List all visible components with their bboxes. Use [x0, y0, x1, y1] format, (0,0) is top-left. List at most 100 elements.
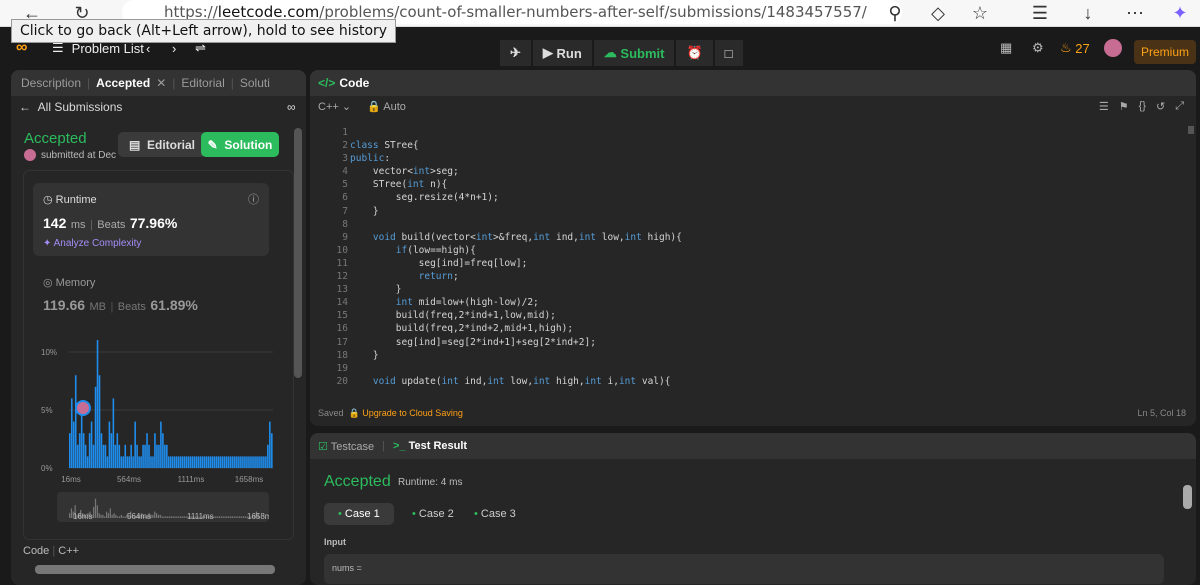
- chart-bar[interactable]: [195, 456, 198, 468]
- chart-bar[interactable]: [181, 456, 184, 468]
- chart-bar[interactable]: [193, 456, 196, 468]
- close-tab-icon[interactable]: ✕: [156, 76, 166, 90]
- chart-bar[interactable]: [86, 456, 89, 468]
- chart-bar[interactable]: [269, 421, 271, 468]
- left-scrollbar[interactable]: [294, 128, 302, 378]
- chart-bar[interactable]: [82, 433, 85, 468]
- tab-testcase[interactable]: ☑ Testcase: [318, 440, 374, 453]
- chart-bar[interactable]: [124, 444, 127, 468]
- chart-bar[interactable]: [80, 410, 83, 468]
- braces-icon[interactable]: {}: [1139, 100, 1146, 113]
- chart-bar[interactable]: [263, 456, 265, 468]
- chart-bar[interactable]: [160, 421, 162, 468]
- chart-bar[interactable]: [69, 433, 71, 468]
- chart-bar[interactable]: [120, 456, 123, 468]
- chart-bar[interactable]: [164, 444, 166, 468]
- avatar[interactable]: [1104, 28, 1122, 68]
- solution-button[interactable]: ✎ Solution: [201, 132, 279, 157]
- code-scrollbar[interactable]: [1188, 126, 1194, 134]
- chart-bar[interactable]: [175, 456, 178, 468]
- chart-bar[interactable]: [138, 456, 140, 468]
- chart-bar[interactable]: [241, 456, 243, 468]
- tag-icon[interactable]: ◇: [918, 0, 958, 27]
- chart-bar[interactable]: [78, 433, 81, 468]
- chart-bar[interactable]: [112, 398, 115, 468]
- chart-bar[interactable]: [106, 456, 109, 468]
- debug-button[interactable]: ✈: [500, 40, 531, 66]
- tab-accepted[interactable]: Accepted: [96, 76, 150, 90]
- zoom-icon[interactable]: ⚲: [875, 0, 915, 27]
- chart-bar[interactable]: [205, 456, 208, 468]
- chart-bar[interactable]: [128, 456, 130, 468]
- chart-bar[interactable]: [253, 456, 255, 468]
- chart-bar[interactable]: [136, 444, 138, 468]
- reset-icon[interactable]: ↺: [1156, 100, 1165, 113]
- chart-bar[interactable]: [231, 456, 233, 468]
- chart-bar[interactable]: [177, 456, 180, 468]
- chart-bar[interactable]: [247, 456, 249, 468]
- chart-bar[interactable]: [249, 456, 251, 468]
- share-link-icon[interactable]: ∞: [287, 100, 296, 114]
- chart-bar[interactable]: [199, 456, 202, 468]
- auto-mode[interactable]: 🔒 Auto: [367, 100, 406, 113]
- chart-bar[interactable]: [104, 444, 107, 468]
- case-1-tab[interactable]: • Case 1: [324, 503, 394, 525]
- tab-test-result[interactable]: >_ Test Result: [393, 440, 467, 452]
- memory-card[interactable]: ◎ Memory 119.66 MB | Beats 61.89%: [43, 276, 198, 315]
- settings-gear-icon[interactable]: ⚙: [1032, 28, 1044, 68]
- chart-bar[interactable]: [235, 456, 237, 468]
- chart-bar[interactable]: [144, 444, 146, 468]
- tab-description[interactable]: Description: [21, 76, 81, 90]
- chart-bar[interactable]: [74, 375, 77, 468]
- chart-bar[interactable]: [221, 456, 224, 468]
- run-button[interactable]: ▶ Run: [532, 40, 592, 66]
- chart-bar[interactable]: [223, 456, 226, 468]
- chart-bar[interactable]: [219, 456, 222, 468]
- tab-editorial[interactable]: Editorial: [181, 76, 224, 90]
- chart-bar[interactable]: [179, 456, 182, 468]
- chart-bar[interactable]: [156, 444, 158, 468]
- runtime-card[interactable]: ◷ Runtime ⓘ 142 ms | Beats 77.96% ✦ Anal…: [33, 183, 269, 256]
- case-3-tab[interactable]: • Case 3: [460, 503, 530, 525]
- chart-bar[interactable]: [183, 456, 186, 468]
- chart-minimap[interactable]: 16ms 564ms 1111ms 1658ms: [57, 492, 275, 522]
- language-select[interactable]: C++ ⌄: [318, 100, 351, 113]
- chart-bar[interactable]: [122, 456, 125, 468]
- chart-bar[interactable]: [72, 421, 75, 468]
- chart-bar[interactable]: [261, 456, 263, 468]
- download-icon[interactable]: ↓: [1068, 0, 1108, 27]
- chart-bar[interactable]: [243, 456, 245, 468]
- chart-bar[interactable]: [118, 444, 121, 468]
- analyze-complexity-link[interactable]: ✦ Analyze Complexity: [43, 238, 141, 249]
- editorial-button[interactable]: ▤ Editorial: [118, 132, 206, 157]
- submit-button[interactable]: ☁ Submit: [593, 40, 675, 66]
- bookmark-icon[interactable]: ⚑: [1119, 100, 1129, 113]
- chart-bar[interactable]: [84, 444, 87, 468]
- format-icon[interactable]: ☰: [1099, 100, 1109, 113]
- chart-bar[interactable]: [98, 375, 101, 468]
- favorites-list-icon[interactable]: ☰: [1020, 0, 1060, 27]
- chart-bar[interactable]: [110, 433, 113, 468]
- chart-bar[interactable]: [251, 456, 253, 468]
- notes-icon[interactable]: □: [714, 40, 743, 66]
- chart-bar[interactable]: [70, 398, 73, 468]
- chart-bar[interactable]: [90, 421, 93, 468]
- your-submission-marker[interactable]: [75, 400, 91, 416]
- chart-bar[interactable]: [239, 456, 241, 468]
- layout-icon[interactable]: ▦: [1000, 28, 1012, 68]
- info-icon[interactable]: ⓘ: [248, 191, 259, 207]
- chart-bar[interactable]: [102, 444, 105, 468]
- chart-bar[interactable]: [116, 433, 119, 468]
- all-submissions-link[interactable]: ← All Submissions: [19, 100, 122, 114]
- chart-bar[interactable]: [233, 456, 235, 468]
- chart-bar[interactable]: [126, 456, 129, 468]
- chart-bar[interactable]: [267, 444, 269, 468]
- chart-bar[interactable]: [171, 456, 174, 468]
- chart-bar[interactable]: [96, 340, 99, 468]
- chart-bar[interactable]: [217, 456, 220, 468]
- chart-bar[interactable]: [237, 456, 239, 468]
- copilot-icon[interactable]: ✦: [1160, 0, 1200, 27]
- premium-button[interactable]: Premium: [1134, 40, 1196, 64]
- chart-bar[interactable]: [152, 456, 154, 468]
- chart-bar[interactable]: [94, 386, 97, 468]
